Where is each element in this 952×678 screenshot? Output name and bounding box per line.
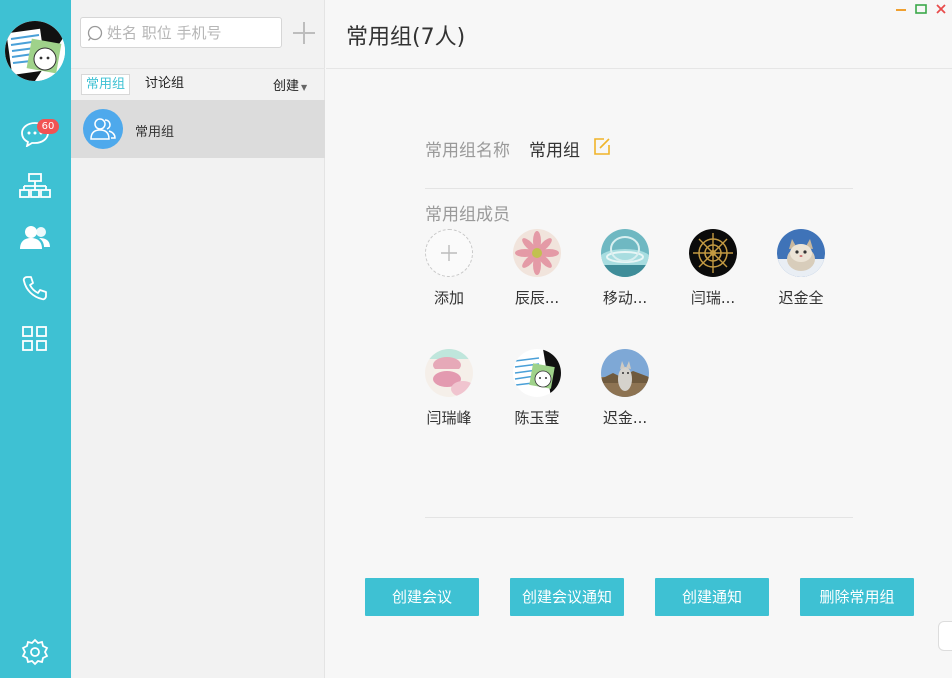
member-item[interactable]: 闫瑞... [678,229,748,309]
left-nav: 60 [0,0,71,678]
member-item[interactable]: 迟金全 [766,229,836,309]
group-avatar-icon [83,109,123,149]
settings-icon[interactable] [18,636,52,668]
contacts-icon[interactable] [18,221,52,253]
member-name: 迟金... [602,409,648,427]
members-label: 常用组成员 [425,205,510,225]
title-bar: 常用组(7人) [326,0,952,69]
add-icon[interactable] [293,18,315,48]
create-meeting-notice-button[interactable]: 创建会议通知 [510,578,624,616]
maximize-icon[interactable] [914,3,928,15]
member-name: 辰辰... [514,289,560,307]
create-label: 创建 [273,79,300,94]
member-item[interactable]: 闫瑞峰 [414,349,484,429]
member-avatar [513,349,561,397]
member-name: 闫瑞... [690,289,736,307]
side-float-tab[interactable] [938,621,952,651]
list-item[interactable]: 常用组 [71,100,325,158]
member-avatar [513,229,561,277]
org-chart-icon[interactable] [18,170,52,202]
group-tabs: 常用组 讨论组 创建 ▼ [71,68,325,99]
group-name-value: 常用组 [529,141,580,161]
member-avatar [689,229,737,277]
member-name: 陈玉莹 [514,409,560,427]
phone-icon[interactable] [18,272,52,304]
plus-icon [425,229,473,277]
page-title: 常用组(7人) [346,25,466,50]
create-meeting-button[interactable]: 创建会议 [365,578,479,616]
delete-group-button[interactable]: 删除常用组 [800,578,914,616]
group-name-label: 常用组名称 [425,141,510,161]
member-avatar [777,229,825,277]
member-item[interactable]: 辰辰... [502,229,572,309]
create-dropdown[interactable]: 创建 ▼ [273,75,307,94]
tab-discussion-groups[interactable]: 讨论组 [141,74,188,95]
member-name: 移动... [602,289,648,307]
add-member-label: 添加 [433,289,464,307]
search-box[interactable] [80,17,282,48]
member-item[interactable]: 移动... [590,229,660,309]
member-avatar [601,229,649,277]
divider [425,188,853,189]
apps-grid-icon[interactable] [18,323,52,355]
add-member-button[interactable]: 添加 [414,229,484,309]
tab-frequent-groups[interactable]: 常用组 [81,74,131,95]
group-name: 常用组 [135,125,175,140]
minimize-icon[interactable] [894,3,908,15]
group-detail: 常用组(7人) 常用组名称 常用组 常用组成员 添加 辰辰... 移动... 闫… [326,0,952,678]
divider [425,517,853,518]
search-input[interactable] [107,22,277,44]
member-name: 迟金全 [778,289,824,307]
member-avatar [601,349,649,397]
member-name: 闫瑞峰 [426,409,472,427]
user-avatar[interactable] [5,21,65,81]
chevron-down-icon: ▼ [301,83,308,92]
create-notice-button[interactable]: 创建通知 [655,578,769,616]
member-item[interactable]: 迟金... [590,349,660,429]
close-icon[interactable] [934,3,948,15]
unread-badge: 60 [37,119,59,134]
edit-icon[interactable] [592,136,612,156]
search-icon [87,25,103,41]
member-item[interactable]: 陈玉莹 [502,349,572,429]
group-list-panel: 常用组 讨论组 创建▼ 常用组 [71,0,325,678]
member-avatar [425,349,473,397]
